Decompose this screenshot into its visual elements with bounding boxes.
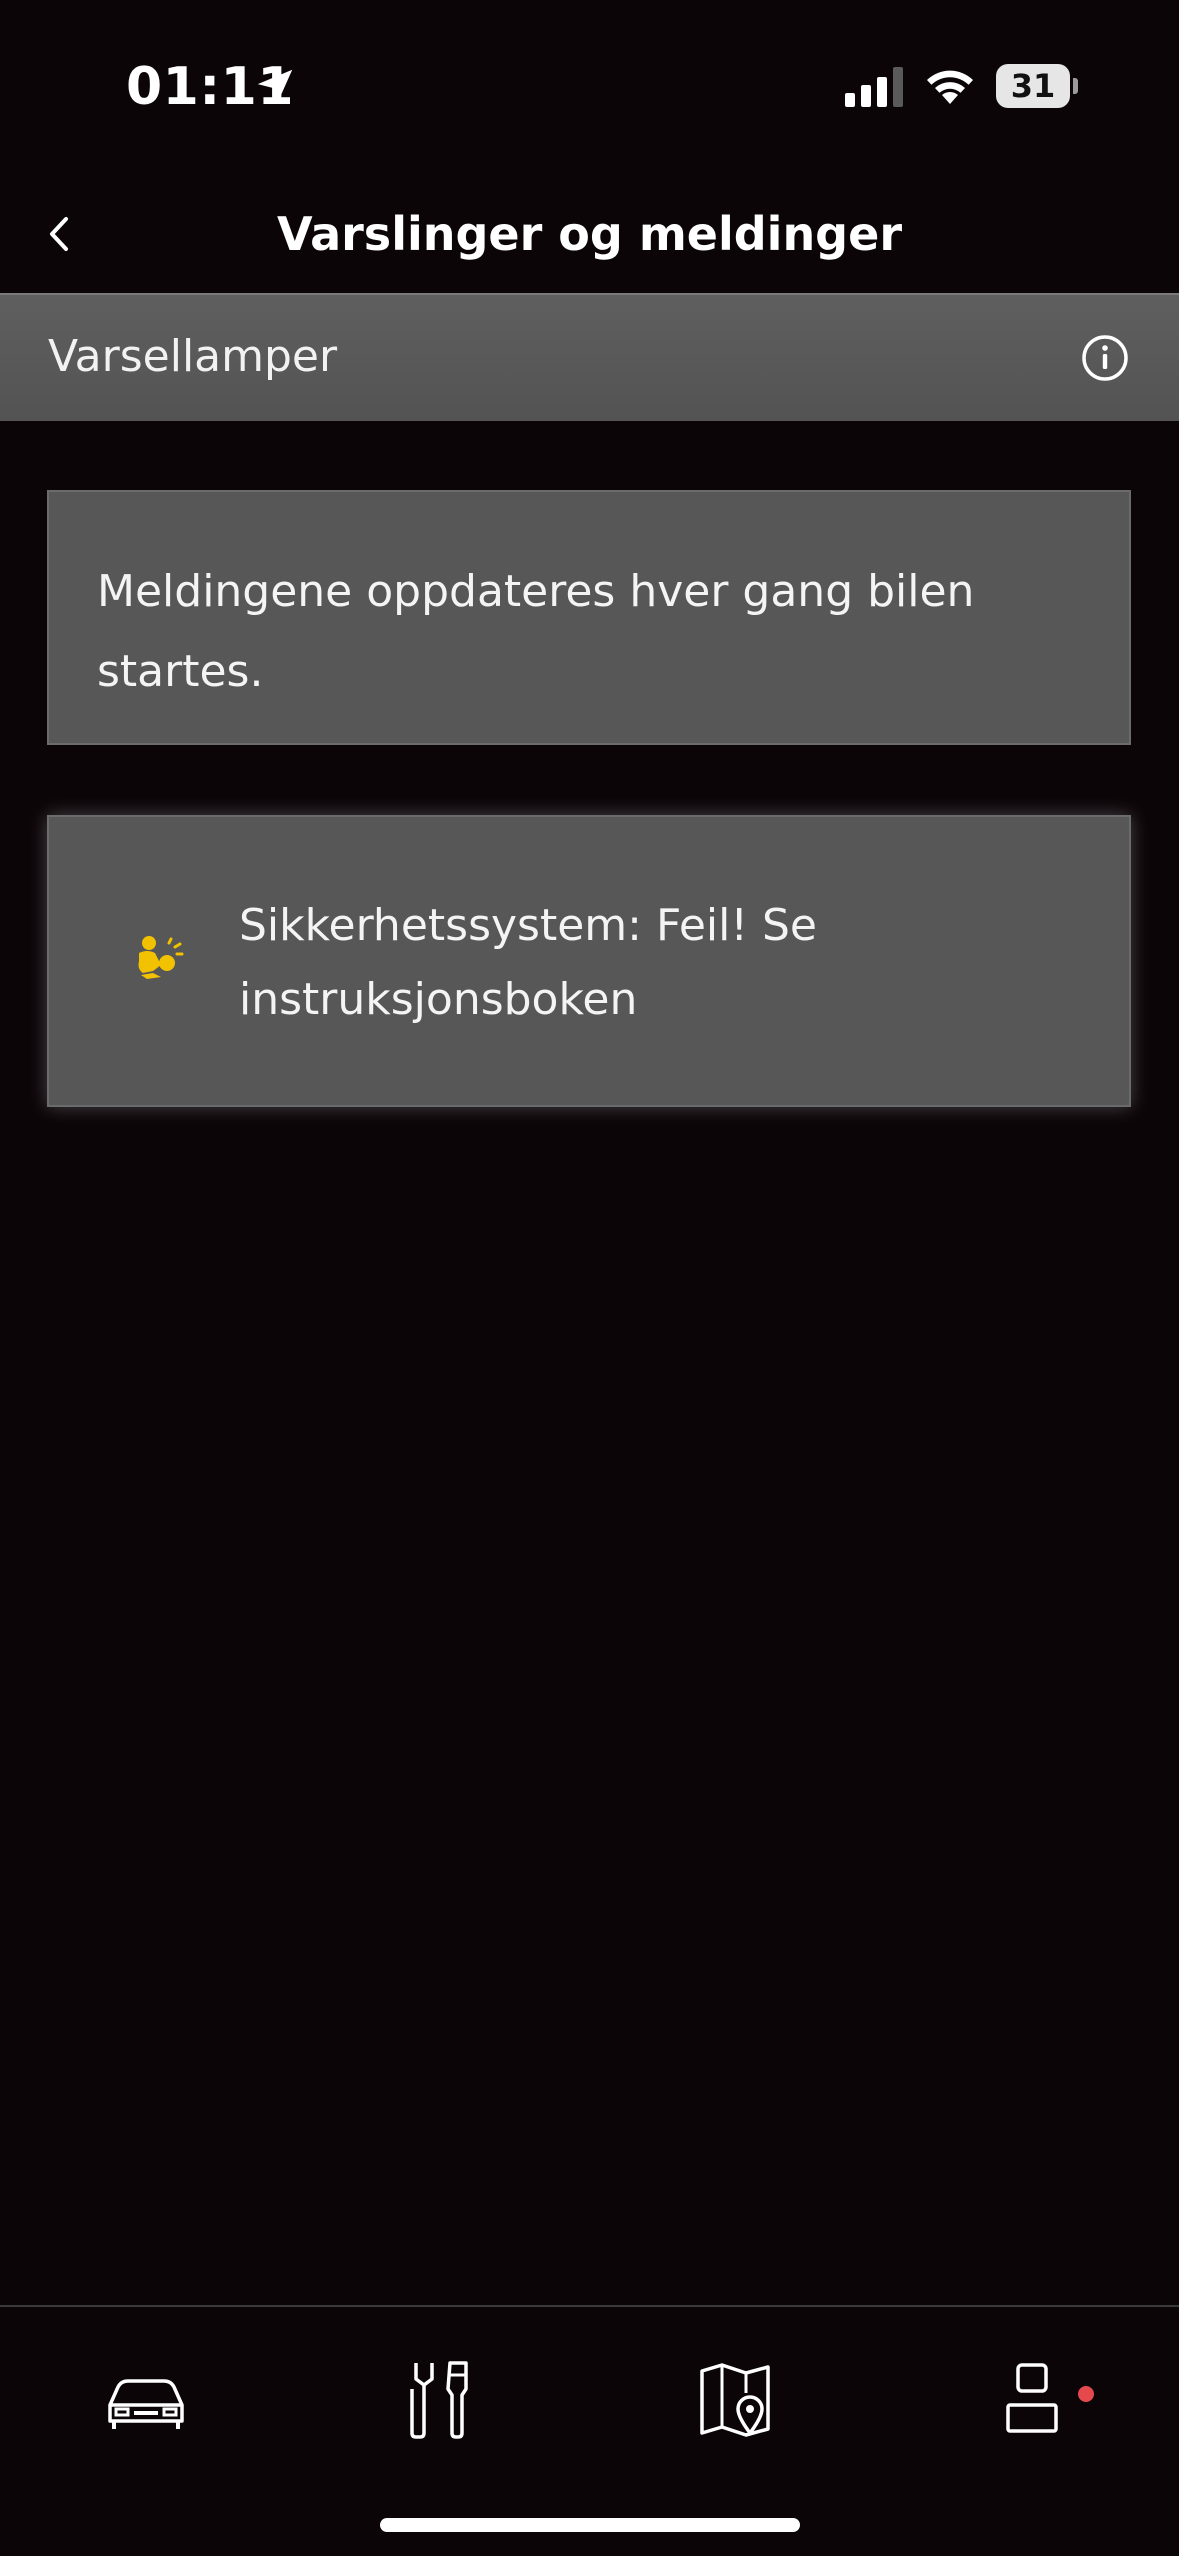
battery-level: 31 (1010, 67, 1056, 105)
section-header-varsellamper: Varsellamper (0, 293, 1179, 421)
info-icon[interactable] (1080, 333, 1130, 383)
info-card: Meldingene oppdateres hver gang bilen st… (47, 490, 1131, 745)
notification-dot (1078, 2386, 1094, 2402)
service-tools-icon[interactable] (390, 2349, 490, 2449)
info-card-text: Meldingene oppdateres hver gang bilen st… (97, 566, 975, 697)
warning-text: Sikkerhetssystem: Feil! Se instruksjonsb… (239, 900, 817, 1025)
battery-icon: 31 (996, 64, 1078, 108)
battery-tip (1073, 78, 1078, 94)
airbag-warning-icon (138, 936, 184, 979)
warning-card[interactable]: Sikkerhetssystem: Feil! Se instruksjonsb… (47, 815, 1131, 1107)
home-indicator[interactable] (380, 2518, 800, 2532)
location-arrow-icon (257, 69, 293, 105)
map-icon[interactable] (686, 2349, 786, 2449)
header: Varslinger og meldinger (0, 175, 1179, 293)
status-bar: 01:11 31 (0, 0, 1179, 175)
car-icon[interactable] (96, 2349, 196, 2449)
cellular-signal-icon (845, 67, 903, 107)
page-title: Varslinger og meldinger (277, 207, 902, 261)
profile-icon[interactable] (982, 2349, 1082, 2449)
wifi-icon (927, 70, 973, 104)
section-title: Varsellamper (48, 331, 338, 382)
